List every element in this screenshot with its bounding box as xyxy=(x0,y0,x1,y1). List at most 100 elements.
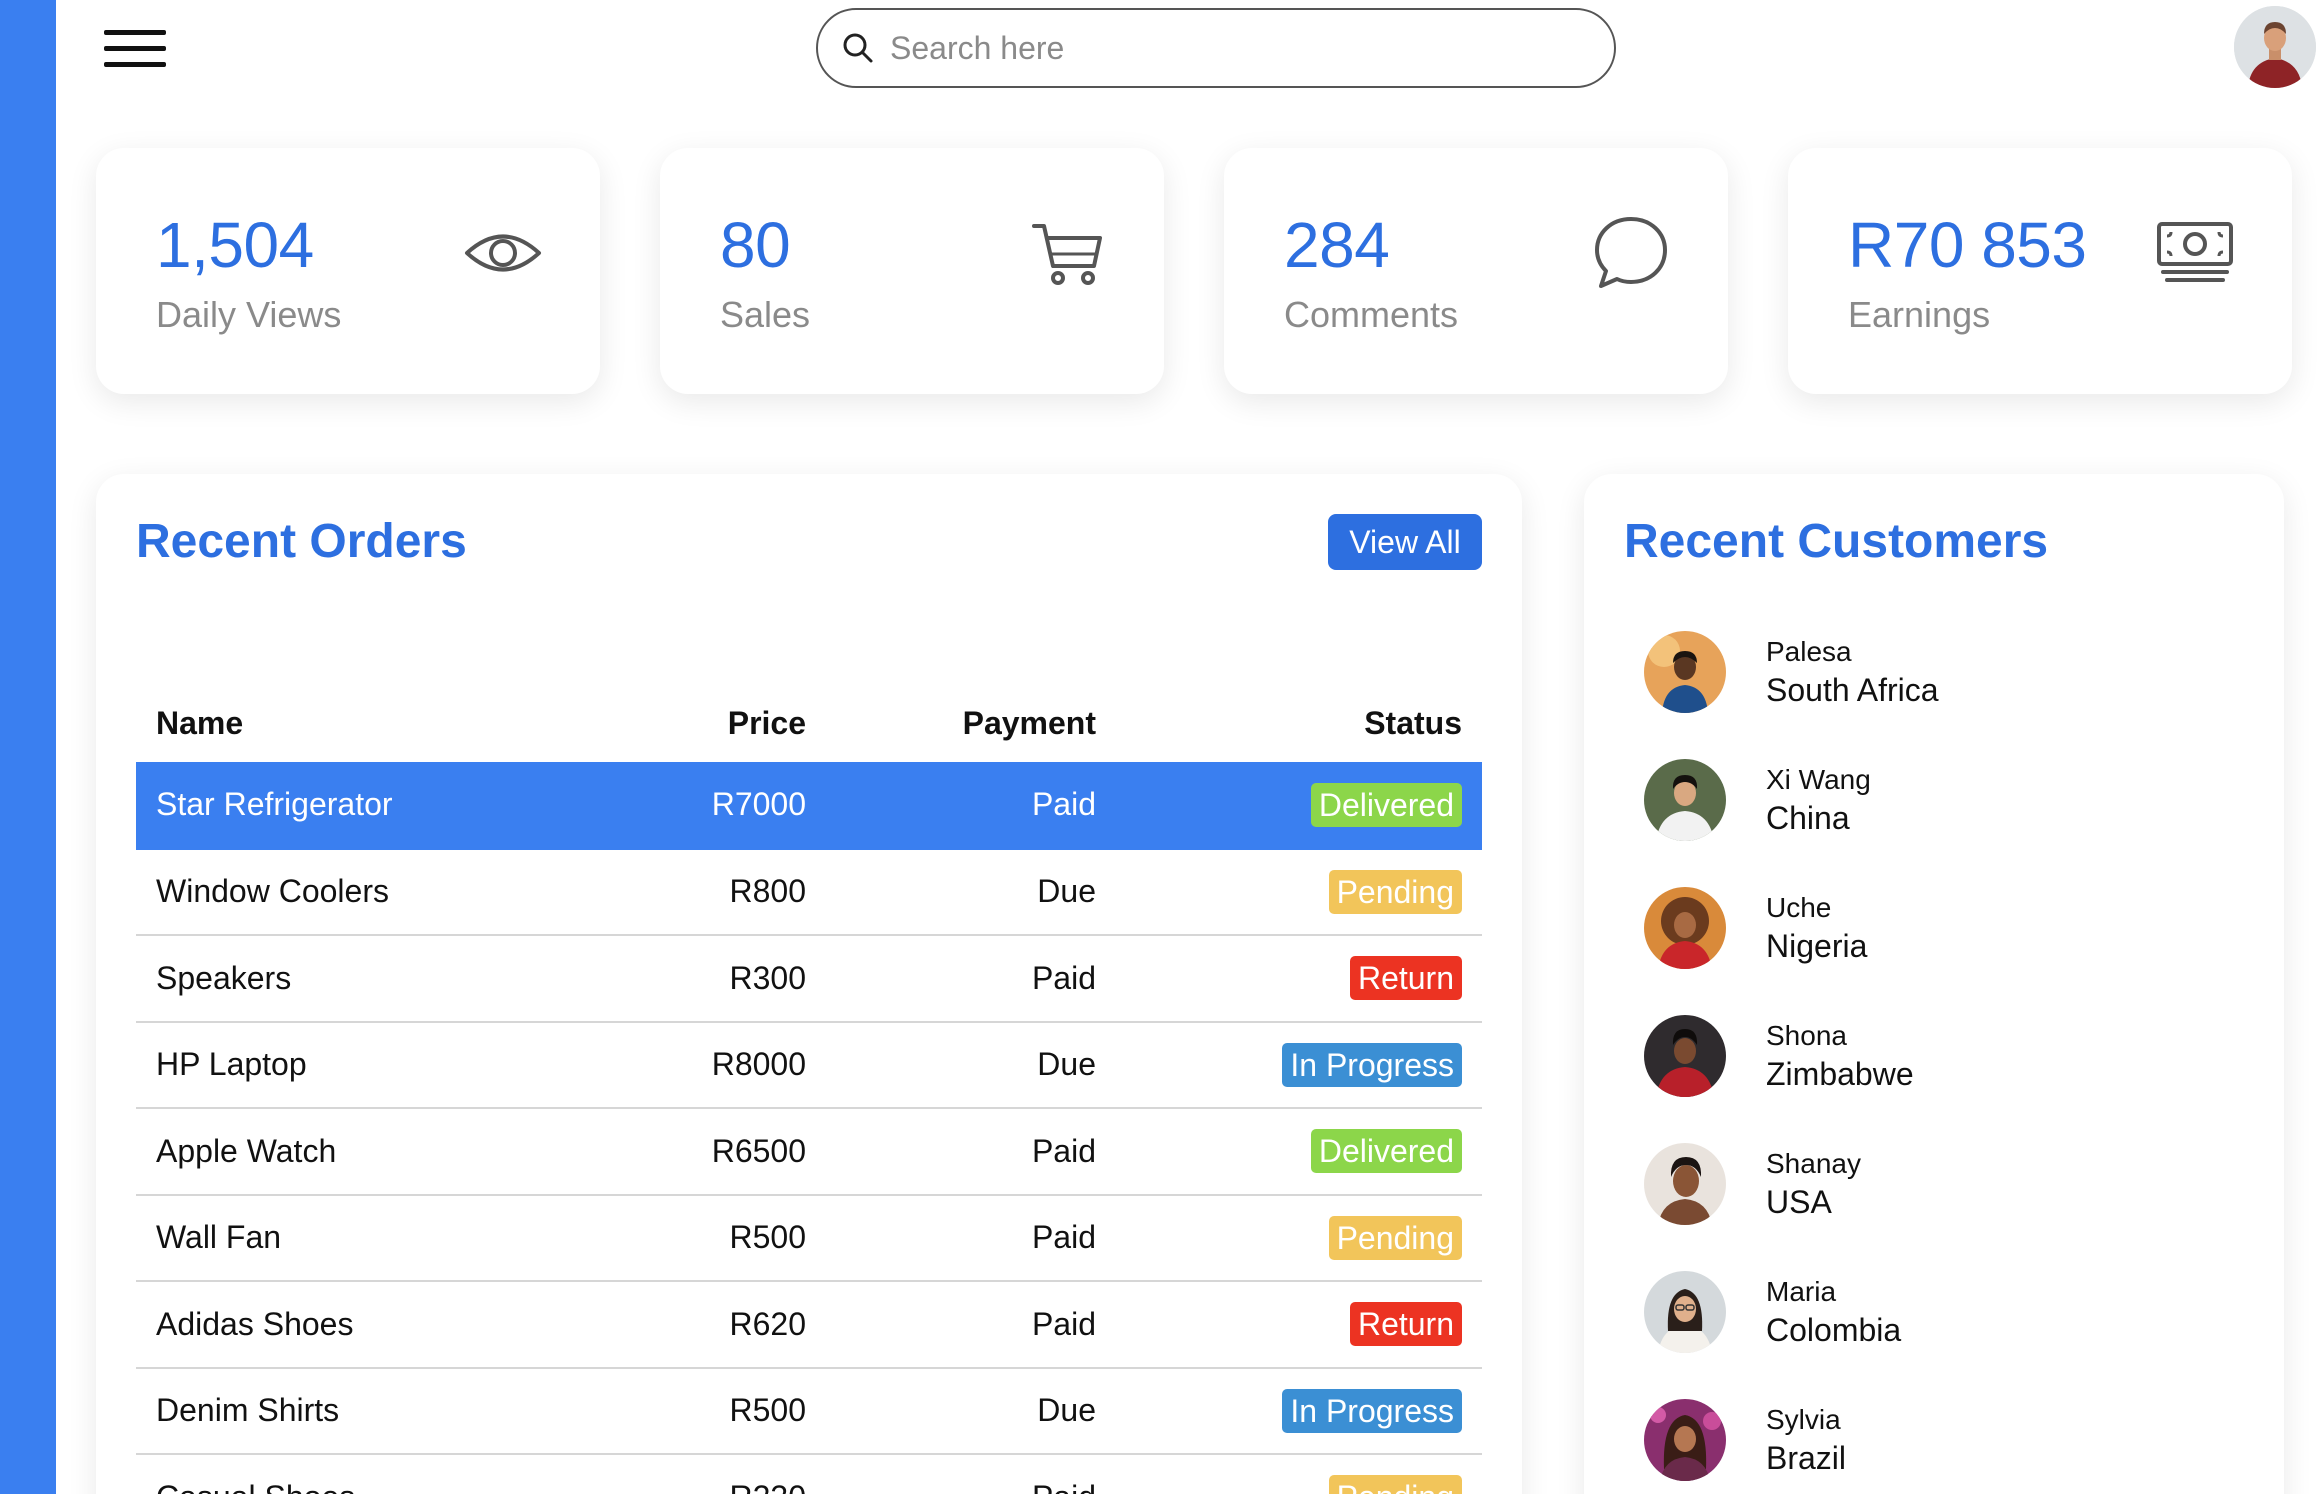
table-row[interactable]: Star Refrigerator R7000 Paid Delivered xyxy=(136,762,1482,850)
column-header-price[interactable]: Price xyxy=(636,684,826,762)
order-name: Window Coolers xyxy=(136,848,636,936)
order-name: Apple Watch xyxy=(136,1108,636,1196)
recent-customers-title: Recent Customers xyxy=(1624,515,2049,568)
list-item[interactable]: Palesa South Africa xyxy=(1644,608,2244,736)
stat-label: Comments xyxy=(1284,294,1459,335)
order-price: R6500 xyxy=(636,1108,826,1196)
table-row[interactable]: Speakers R300 Paid Return xyxy=(136,935,1482,1023)
order-name: HP Laptop xyxy=(136,1021,636,1109)
order-price: R500 xyxy=(636,1367,826,1455)
table-row[interactable]: Adidas Shoes R620 Paid Return xyxy=(136,1281,1482,1369)
table-row[interactable]: Wall Fan R500 Paid Pending xyxy=(136,1194,1482,1282)
customer-name: Palesa xyxy=(1766,635,1852,667)
order-payment: Paid xyxy=(826,1281,1116,1369)
list-item[interactable]: Sylvia Brazil xyxy=(1644,1376,2244,1494)
status-badge: Return xyxy=(1349,956,1462,1001)
user-avatar[interactable] xyxy=(2234,6,2316,88)
table-row[interactable]: Apple Watch R6500 Paid Delivered xyxy=(136,1108,1482,1196)
list-item[interactable]: Xi Wang China xyxy=(1644,736,2244,864)
stat-card-sales: 80 Sales xyxy=(660,148,1164,394)
customer-avatar xyxy=(1644,1015,1726,1097)
order-payment: Paid xyxy=(826,1194,1116,1282)
order-payment: Paid xyxy=(826,935,1116,1023)
column-header-name[interactable]: Name xyxy=(136,684,636,762)
order-price: R300 xyxy=(636,935,826,1023)
order-price: R230 xyxy=(636,1454,826,1494)
list-item[interactable]: Shanay USA xyxy=(1644,1120,2244,1248)
status-badge: Pending xyxy=(1328,1475,1462,1494)
search-input[interactable] xyxy=(890,29,1590,67)
orders-table: Name Price Payment Status Star Refrigera… xyxy=(136,684,1482,1494)
status-badge: Delivered xyxy=(1310,1129,1462,1174)
table-row[interactable]: HP Laptop R8000 Due In Progress xyxy=(136,1021,1482,1109)
list-item[interactable]: Maria Colombia xyxy=(1644,1248,2244,1376)
recent-orders-panel: Recent Orders View All Name Price Paymen… xyxy=(96,474,1522,1494)
view-all-button[interactable]: View All xyxy=(1328,514,1482,570)
order-price: R7000 xyxy=(636,762,826,850)
table-row[interactable]: Window Coolers R800 Due Pending xyxy=(136,848,1482,936)
customer-country: Nigeria xyxy=(1766,927,1868,964)
stat-label: Daily Views xyxy=(156,294,342,335)
customer-avatar xyxy=(1644,887,1726,969)
status-badge: Pending xyxy=(1328,1215,1462,1260)
sidebar-strip xyxy=(0,0,56,1494)
order-name: Denim Shirts xyxy=(136,1367,636,1455)
stat-card-daily-views: 1,504 Daily Views xyxy=(96,148,600,394)
customer-country: USA xyxy=(1766,1183,1832,1220)
order-name: Casual Shoes xyxy=(136,1454,636,1494)
order-payment: Due xyxy=(826,1367,1116,1455)
eye-icon xyxy=(465,234,541,272)
order-name: Speakers xyxy=(136,935,636,1023)
stat-value: R70 853 xyxy=(1848,209,2087,281)
column-header-status[interactable]: Status xyxy=(1116,684,1482,762)
customer-country: South Africa xyxy=(1766,671,1939,708)
order-price: R500 xyxy=(636,1194,826,1282)
stat-card-comments: 284 Comments xyxy=(1224,148,1728,394)
order-payment: Due xyxy=(826,848,1116,936)
hamburger-line xyxy=(104,46,166,51)
order-name: Adidas Shoes xyxy=(136,1281,636,1369)
table-header-row: Name Price Payment Status xyxy=(136,684,1482,762)
status-badge: Delivered xyxy=(1310,782,1462,827)
table-row[interactable]: Casual Shoes R230 Paid Pending xyxy=(136,1454,1482,1494)
customer-name: Uche xyxy=(1766,891,1832,923)
list-item[interactable]: Uche Nigeria xyxy=(1644,864,2244,992)
stat-value: 1,504 xyxy=(156,209,314,281)
order-price: R800 xyxy=(636,848,826,936)
customer-country: Zimbabwe xyxy=(1766,1055,1914,1092)
order-price: R8000 xyxy=(636,1021,826,1109)
status-badge: Pending xyxy=(1328,869,1462,914)
order-payment: Due xyxy=(826,1021,1116,1109)
customer-country: China xyxy=(1766,799,1850,836)
status-badge: In Progress xyxy=(1282,1388,1462,1433)
customer-name: Maria xyxy=(1766,1275,1837,1307)
order-payment: Paid xyxy=(826,1108,1116,1196)
customer-country: Brazil xyxy=(1766,1439,1847,1476)
customer-avatar xyxy=(1644,631,1726,713)
customer-avatar xyxy=(1644,759,1726,841)
customer-name: Sylvia xyxy=(1766,1403,1841,1435)
table-row[interactable]: Denim Shirts R500 Due In Progress xyxy=(136,1367,1482,1455)
customer-country: Colombia xyxy=(1766,1311,1902,1348)
customer-list: Palesa South Africa Xi Wang China Uche N… xyxy=(1644,608,2244,1494)
stat-label: Sales xyxy=(720,294,811,335)
cart-icon xyxy=(1032,224,1102,285)
menu-toggle-button[interactable] xyxy=(104,28,166,68)
order-price: R620 xyxy=(636,1281,826,1369)
hamburger-line xyxy=(104,62,166,67)
chat-icon xyxy=(1595,217,1667,288)
column-header-payment[interactable]: Payment xyxy=(826,684,1116,762)
order-name: Star Refrigerator xyxy=(136,762,636,850)
list-item[interactable]: Shona Zimbabwe xyxy=(1644,992,2244,1120)
status-badge: In Progress xyxy=(1282,1042,1462,1087)
customer-avatar xyxy=(1644,1271,1726,1353)
order-payment: Paid xyxy=(826,762,1116,850)
search-bar[interactable] xyxy=(816,8,1616,88)
stat-value: 284 xyxy=(1284,209,1390,281)
status-badge: Return xyxy=(1349,1302,1462,1347)
customer-avatar xyxy=(1644,1143,1726,1225)
stat-card-earnings: R70 853 Earnings xyxy=(1788,148,2292,394)
stat-value: 80 xyxy=(720,209,791,281)
recent-customers-panel: Recent Customers Palesa South Africa Xi … xyxy=(1584,474,2284,1494)
customer-name: Shona xyxy=(1766,1019,1847,1051)
